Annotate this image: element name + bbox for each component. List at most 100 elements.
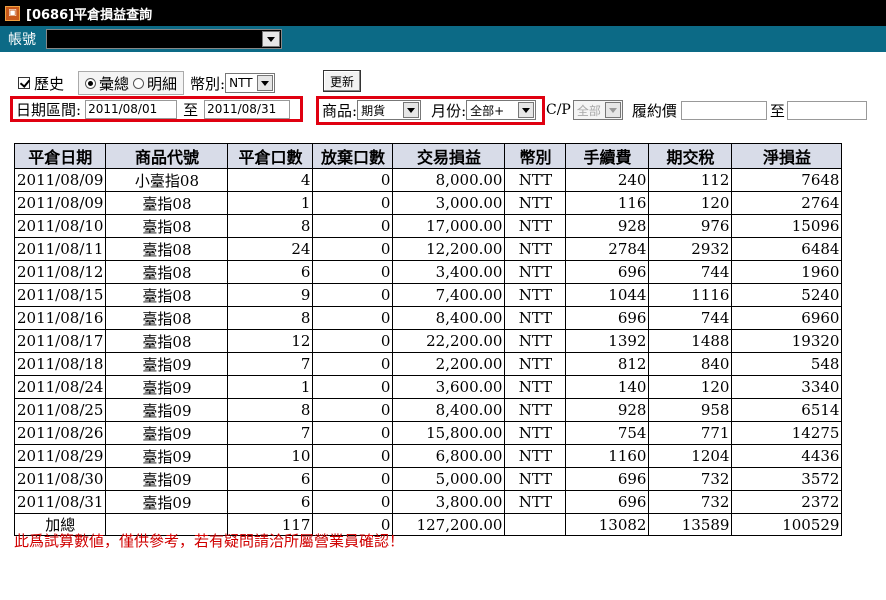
cell-net-pnl: 15096	[731, 214, 843, 238]
table-row[interactable]: 2011/08/15 臺指08 9 0 7,400.00 NTT 1044 1116 5240	[13, 283, 843, 307]
total-fee: 13082	[565, 513, 650, 536]
total-net-pnl: 100529	[731, 513, 843, 536]
month-value: 全部+	[470, 103, 505, 118]
cell-product-code: 臺指08	[105, 214, 229, 238]
col-header-tax[interactable]: 期交稅	[648, 143, 733, 169]
cell-close-date: 2011/08/15	[13, 283, 107, 307]
product-dropdown-button[interactable]	[403, 102, 420, 118]
cp-dropdown-button[interactable]	[604, 102, 621, 118]
cell-trade-pnl: 2,200.00	[392, 352, 506, 376]
cell-close-qty: 4	[227, 168, 314, 192]
cell-trade-pnl: 8,400.00	[392, 398, 506, 422]
table-row[interactable]: 2011/08/09 小臺指08 4 0 8,000.00 NTT 240 112 7648	[13, 168, 843, 192]
cell-abandon-qty: 0	[312, 237, 394, 261]
cell-abandon-qty: 0	[312, 421, 394, 445]
account-select[interactable]	[46, 29, 282, 49]
date-to-input[interactable]: 2011/08/31	[204, 99, 291, 119]
cell-tax: 732	[648, 467, 733, 491]
cell-currency: NTT	[504, 467, 567, 491]
account-dropdown-button[interactable]	[262, 31, 280, 47]
cell-abandon-qty: 0	[312, 214, 394, 238]
col-header-close-date[interactable]: 平倉日期	[13, 143, 107, 169]
product-select[interactable]: 期貨	[357, 100, 422, 120]
currency-select[interactable]: NTT	[225, 73, 276, 93]
table-row[interactable]: 2011/08/11 臺指08 24 0 12,200.00 NTT 2784 2932 648…	[13, 237, 843, 261]
col-header-currency[interactable]: 幣別	[504, 143, 567, 169]
col-header-abandon-qty[interactable]: 放棄口數	[312, 143, 394, 169]
table-row[interactable]: 2011/08/24 臺指09 1 0 3,600.00 NTT 140 120 3340	[13, 375, 843, 399]
month-select[interactable]: 全部+	[466, 100, 537, 120]
cell-tax: 958	[648, 398, 733, 422]
cell-fee: 1044	[565, 283, 650, 307]
table-row[interactable]: 2011/08/29 臺指09 10 0 6,800.00 NTT 1160 1204 4436	[13, 444, 843, 468]
cell-net-pnl: 7648	[731, 168, 843, 192]
cell-net-pnl: 14275	[731, 421, 843, 445]
cell-abandon-qty: 0	[312, 306, 394, 330]
cell-fee: 754	[565, 421, 650, 445]
table-row[interactable]: 2011/08/30 臺指09 6 0 5,000.00 NTT 696 732 3572	[13, 467, 843, 491]
strike-from-input[interactable]	[680, 100, 767, 120]
cell-currency: NTT	[504, 191, 567, 215]
currency-dropdown-button[interactable]	[257, 75, 274, 91]
cell-currency: NTT	[504, 329, 567, 353]
table-row[interactable]: 2011/08/18 臺指09 7 0 2,200.00 NTT 812 840 548	[13, 352, 843, 376]
mode-summary-label: 彙總	[99, 74, 130, 93]
cell-net-pnl: 4436	[731, 444, 843, 468]
table-row[interactable]: 2011/08/16 臺指08 8 0 8,400.00 NTT 696 744 6960	[13, 306, 843, 330]
mode-summary-radio[interactable]	[85, 77, 97, 89]
cell-trade-pnl: 8,000.00	[392, 168, 506, 192]
history-checkbox[interactable]	[18, 77, 30, 89]
col-header-product-code[interactable]: 商品代號	[105, 143, 229, 169]
cell-close-date: 2011/08/24	[13, 375, 107, 399]
total-tax: 13589	[648, 513, 733, 536]
cell-close-date: 2011/08/30	[13, 467, 107, 491]
cell-close-date: 2011/08/26	[13, 421, 107, 445]
col-header-net-pnl[interactable]: 淨損益	[731, 143, 843, 169]
cell-fee: 696	[565, 490, 650, 514]
cell-close-date: 2011/08/09	[13, 191, 107, 215]
cell-close-qty: 6	[227, 490, 314, 514]
cell-tax: 976	[648, 214, 733, 238]
table-row[interactable]: 2011/08/17 臺指08 12 0 22,200.00 NTT 1392 1488 193…	[13, 329, 843, 353]
disclaimer-note: 此爲試算數値，僅供參考，若有疑問請洽所屬營業員確認！	[14, 532, 405, 550]
date-range-label: 日期區間:	[16, 100, 82, 119]
cell-fee: 696	[565, 260, 650, 284]
date-from-input[interactable]: 2011/08/01	[85, 99, 178, 119]
cell-close-date: 2011/08/25	[13, 398, 107, 422]
cell-abandon-qty: 0	[312, 375, 394, 399]
cell-close-qty: 8	[227, 214, 314, 238]
cell-fee: 696	[565, 306, 650, 330]
table-row[interactable]: 2011/08/09 臺指08 1 0 3,000.00 NTT 116 120 2764	[13, 191, 843, 215]
cp-value: 全部	[576, 103, 601, 118]
cp-label: C/P	[546, 102, 571, 118]
strike-to-input[interactable]	[786, 100, 867, 120]
chevron-down-icon	[608, 107, 617, 113]
table-row[interactable]: 2011/08/31 臺指09 6 0 3,800.00 NTT 696 732 2372	[13, 490, 843, 514]
col-header-fee[interactable]: 手續費	[565, 143, 650, 169]
month-dropdown-button[interactable]	[518, 102, 535, 118]
cell-abandon-qty: 0	[312, 168, 394, 192]
cell-fee: 1160	[565, 444, 650, 468]
history-label: 歷史	[34, 74, 65, 93]
cp-select[interactable]: 全部	[572, 100, 623, 120]
col-header-trade-pnl[interactable]: 交易損益	[392, 143, 506, 169]
cell-currency: NTT	[504, 421, 567, 445]
cell-product-code: 臺指09	[105, 421, 229, 445]
update-button[interactable]: 更新	[323, 70, 361, 92]
col-header-close-qty[interactable]: 平倉口數	[227, 143, 314, 169]
cell-fee: 928	[565, 398, 650, 422]
cell-close-qty: 8	[227, 398, 314, 422]
mode-detail-label: 明細	[147, 74, 178, 93]
table-row[interactable]: 2011/08/25 臺指09 8 0 8,400.00 NTT 928 958 6514	[13, 398, 843, 422]
cell-currency: NTT	[504, 398, 567, 422]
table-row[interactable]: 2011/08/26 臺指09 7 0 15,800.00 NTT 754 771 14275	[13, 421, 843, 445]
cell-close-qty: 1	[227, 375, 314, 399]
cell-currency: NTT	[504, 490, 567, 514]
table-row[interactable]: 2011/08/12 臺指08 6 0 3,400.00 NTT 696 744 1960	[13, 260, 843, 284]
cell-tax: 771	[648, 421, 733, 445]
cell-trade-pnl: 3,800.00	[392, 490, 506, 514]
cell-fee: 928	[565, 214, 650, 238]
mode-detail-radio[interactable]	[133, 77, 145, 89]
table-row[interactable]: 2011/08/10 臺指08 8 0 17,000.00 NTT 928 976 15096	[13, 214, 843, 238]
strike-label: 履約價	[631, 101, 677, 120]
